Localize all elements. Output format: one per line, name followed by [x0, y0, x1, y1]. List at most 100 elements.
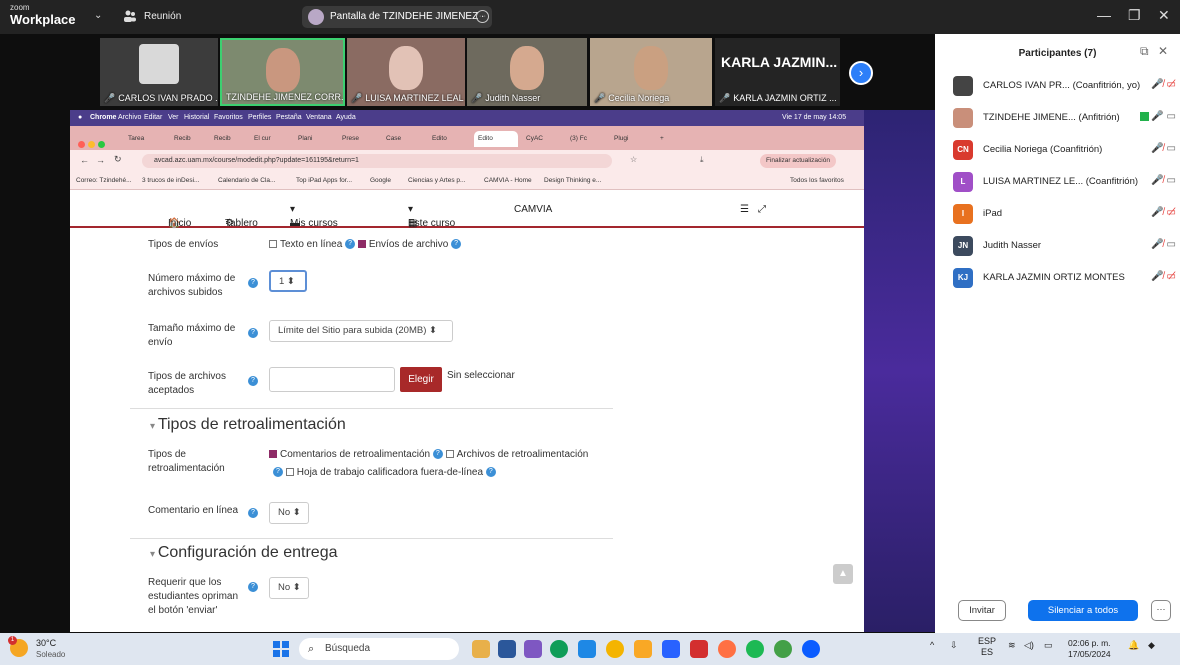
- url-input[interactable]: avcad.azc.uam.mx/course/modedit.php?upda…: [142, 154, 612, 168]
- chevron-down-icon[interactable]: ⌄: [94, 10, 102, 21]
- browser-tab[interactable]: El cur: [250, 131, 271, 147]
- chevron-up-icon[interactable]: ^: [930, 640, 934, 650]
- browser-tab[interactable]: CyAC: [522, 131, 543, 147]
- copilot-icon[interactable]: ◆: [1148, 640, 1155, 651]
- minimize-icon[interactable]: —: [1097, 7, 1111, 23]
- app-icon[interactable]: [578, 640, 596, 658]
- browser-tab[interactable]: Case: [382, 131, 401, 147]
- chrome-icon[interactable]: [774, 640, 792, 658]
- bookmark[interactable]: Design Thinking e...: [544, 177, 601, 184]
- bookmark[interactable]: Correo: Tzindehé...: [76, 177, 132, 184]
- help-icon[interactable]: ?: [248, 278, 258, 288]
- menu-perfiles[interactable]: Perfiles: [248, 114, 271, 121]
- menu-ayuda[interactable]: Ayuda: [336, 114, 356, 121]
- video-tile-karla[interactable]: KARLA JAZMIN... 🎤 KARLA JAZMIN ORTIZ ...: [715, 38, 840, 106]
- battery-icon[interactable]: ▭: [1044, 640, 1053, 651]
- next-videos-button[interactable]: ›: [849, 61, 873, 85]
- back-icon[interactable]: ←: [80, 155, 89, 165]
- notification-icon[interactable]: 🔔: [1128, 640, 1139, 651]
- video-tile-luisa[interactable]: 🎤 LUISA MARTINEZ LEAL: [347, 38, 465, 106]
- app-icon[interactable]: [550, 640, 568, 658]
- restore-icon[interactable]: ❐: [1128, 7, 1141, 24]
- app-icon[interactable]: [472, 640, 490, 658]
- firefox-icon[interactable]: [718, 640, 736, 658]
- checkbox-comentarios-retro[interactable]: [269, 450, 277, 459]
- section-config-entrega[interactable]: ▾ Configuración de entrega: [150, 544, 338, 562]
- wifi-icon[interactable]: ≋: [1008, 640, 1016, 651]
- bookmark[interactable]: 3 trucos de inDesi...: [142, 177, 199, 184]
- download-icon[interactable]: ⤓: [700, 155, 704, 165]
- bookmark[interactable]: Top iPad Apps for...: [296, 177, 352, 184]
- nav-mis-cursos[interactable]: ▬ Mis cursos ▾: [290, 204, 338, 229]
- checkbox-texto-linea[interactable]: [269, 240, 277, 249]
- input-tipos-archivos[interactable]: [269, 367, 395, 392]
- video-tile-cecilia[interactable]: 🎤 Cecilia Noriega: [590, 38, 712, 106]
- new-tab-icon[interactable]: +: [656, 131, 664, 147]
- usb-icon[interactable]: ⇩: [950, 640, 958, 651]
- bookmark[interactable]: Calendario de Cla...: [218, 177, 275, 184]
- close-icon[interactable]: ✕: [1158, 44, 1168, 58]
- volume-icon[interactable]: ◁): [1024, 640, 1034, 651]
- meeting-label[interactable]: Reunión: [144, 11, 181, 22]
- help-icon[interactable]: ?: [273, 467, 283, 478]
- section-retro[interactable]: ▾ Tipos de retroalimentación: [150, 416, 346, 434]
- file-explorer-icon[interactable]: [634, 640, 652, 658]
- video-tile-carlos[interactable]: 🎤 CARLOS IVAN PRADO ...: [100, 38, 218, 106]
- app-icon[interactable]: [498, 640, 516, 658]
- help-icon[interactable]: ?: [248, 328, 258, 338]
- drawer-icon[interactable]: ☰: [740, 204, 749, 215]
- help-icon[interactable]: ?: [248, 582, 258, 592]
- participant-row[interactable]: CARLOS IVAN PR... (Coanfitrión, yo) 🎤̸ ▭…: [953, 74, 1178, 98]
- menu-editar[interactable]: Editar: [144, 114, 162, 121]
- video-tile-judith[interactable]: 🎤 Judith Nasser: [467, 38, 587, 106]
- forward-icon[interactable]: →: [96, 155, 105, 165]
- browser-tab[interactable]: Recib: [210, 131, 231, 147]
- help-icon[interactable]: ?: [451, 239, 462, 250]
- bookmark-all[interactable]: Todos los favoritos: [790, 177, 844, 184]
- browser-tab-active[interactable]: Edito: [474, 131, 518, 147]
- browser-tab[interactable]: Plugi: [610, 131, 628, 147]
- menu-ventana[interactable]: Ventana: [306, 114, 332, 121]
- browser-tab[interactable]: Tarea: [124, 131, 144, 147]
- participant-row[interactable]: KJ KARLA JAZMIN ORTIZ MONTES 🎤̸ ▭̸: [953, 266, 1178, 290]
- checkbox-envios-archivo[interactable]: [357, 240, 366, 249]
- checkbox-hoja-trabajo[interactable]: [285, 468, 294, 477]
- expand-icon[interactable]: ⤢: [758, 204, 766, 215]
- select-num-max[interactable]: 1 ⬍: [269, 270, 307, 292]
- help-icon[interactable]: ?: [345, 239, 356, 250]
- help-icon[interactable]: ?: [432, 449, 443, 460]
- browser-tab[interactable]: Prese: [338, 131, 359, 147]
- screen-share-indicator[interactable]: Pantalla de TZINDEHE JIMENEZ · ···: [302, 6, 492, 28]
- nav-este-curso[interactable]: ▦ Este curso ▾: [408, 204, 455, 229]
- language-indicator[interactable]: ESP ES: [978, 636, 996, 658]
- menu-pestana[interactable]: Pestaña: [276, 114, 302, 121]
- menu-ver[interactable]: Ver: [168, 114, 179, 121]
- menu-historial[interactable]: Historial: [184, 114, 209, 121]
- browser-tab[interactable]: Recib: [170, 131, 191, 147]
- elegir-button[interactable]: Elegir: [400, 367, 442, 392]
- select-requerir[interactable]: No ⬍: [269, 577, 309, 599]
- menu-archivo[interactable]: Archivo: [118, 114, 141, 121]
- select-tam-max[interactable]: Límite del Sitio para subida (20MB) ⬍: [269, 320, 453, 342]
- star-icon[interactable]: ☆: [630, 155, 637, 164]
- checkbox-archivos-retro[interactable]: [445, 450, 454, 459]
- participant-row[interactable]: L LUISA MARTINEZ LE... (Coanfitrión) 🎤̸ …: [953, 170, 1178, 194]
- mute-all-button[interactable]: Silenciar a todos: [1028, 600, 1138, 621]
- more-icon[interactable]: ···: [476, 10, 489, 23]
- zoom-icon[interactable]: [802, 640, 820, 658]
- menu-chrome[interactable]: Chrome: [90, 114, 116, 121]
- taskbar-clock[interactable]: 02:06 p. m. 17/05/2024: [1068, 638, 1111, 660]
- browser-tab[interactable]: (3) Fc: [566, 131, 587, 147]
- video-tile-tzindehe[interactable]: TZINDEHE JIMENEZ CORR...: [220, 38, 345, 106]
- participant-row[interactable]: I iPad 🎤̸ ▭̸: [953, 202, 1178, 226]
- update-button[interactable]: Finalizar actualización: [760, 154, 836, 168]
- chrome-icon[interactable]: [606, 640, 624, 658]
- app-icon[interactable]: [524, 640, 542, 658]
- bookmark[interactable]: Ciencias y Artes p...: [408, 177, 465, 184]
- bookmark[interactable]: Google: [370, 177, 391, 184]
- menu-favoritos[interactable]: Favoritos: [214, 114, 243, 121]
- select-comentario-linea[interactable]: No ⬍: [269, 502, 309, 524]
- help-icon[interactable]: ?: [485, 467, 496, 478]
- close-icon[interactable]: ✕: [1158, 7, 1170, 24]
- taskbar-search-input[interactable]: ⌕ Búsqueda: [299, 638, 459, 660]
